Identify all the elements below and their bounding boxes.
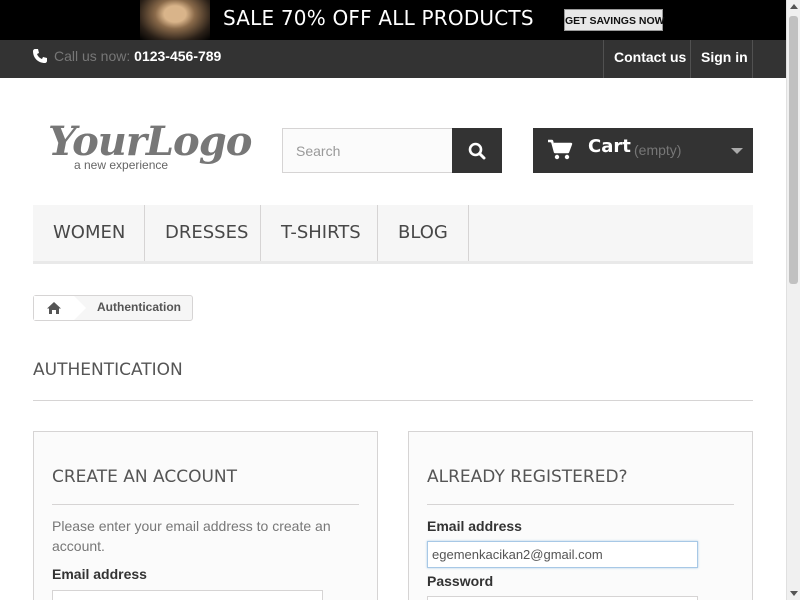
search-button[interactable] — [452, 128, 502, 173]
create-email-label: Email address — [52, 566, 147, 582]
breadcrumb-separator — [74, 296, 86, 320]
login-password-label: Password — [427, 573, 494, 589]
shopping-cart-icon — [548, 139, 573, 160]
home-icon — [47, 302, 61, 314]
phone-number: 0123-456-789 — [134, 48, 222, 64]
get-savings-button[interactable]: GET SAVINGS NOW — [564, 9, 665, 31]
login-panel: ALREADY REGISTERED? Email address Passwo… — [408, 431, 753, 600]
scroll-up-icon[interactable] — [790, 4, 798, 9]
menu-item-t-shirts[interactable]: T-SHIRTS — [261, 205, 378, 261]
contact-us-link[interactable]: Contact us — [603, 40, 696, 78]
breadcrumb-current: Authentication — [97, 300, 181, 314]
login-password-field[interactable] — [427, 596, 698, 600]
sign-in-link[interactable]: Sign in — [690, 40, 753, 78]
banner-sale-text: SALE 70% OFF ALL PRODUCTS — [223, 6, 534, 30]
create-account-title: CREATE AN ACCOUNT — [52, 467, 359, 505]
phone-info: Call us now: 0123-456-789 — [32, 48, 221, 64]
create-account-panel: CREATE AN ACCOUNT Please enter your emai… — [33, 431, 378, 600]
login-email-label: Email address — [427, 518, 522, 534]
promo-banner[interactable]: SALE 70% OFF ALL PRODUCTS GET SAVINGS NO… — [0, 0, 786, 40]
login-title: ALREADY REGISTERED? — [427, 467, 734, 505]
cart-label: Cart — [588, 136, 631, 157]
site-logo[interactable]: YourLogo a new experience — [48, 118, 252, 178]
scrollbar-thumb[interactable] — [789, 16, 798, 284]
cart-button[interactable]: Cart (empty) — [533, 128, 753, 173]
menu-item-women[interactable]: WOMEN — [33, 205, 145, 261]
page-scrollbar[interactable] — [786, 0, 800, 600]
top-nav-bar: Call us now: 0123-456-789 Contact us Sig… — [0, 40, 786, 78]
menu-item-dresses[interactable]: DRESSES — [145, 205, 261, 261]
search-input[interactable] — [282, 128, 454, 173]
logo-tagline: a new experience — [74, 158, 169, 172]
scroll-down-icon[interactable] — [790, 591, 798, 596]
create-email-field[interactable] — [52, 590, 323, 600]
page-title: AUTHENTICATION — [33, 360, 753, 401]
phone-icon — [33, 49, 47, 63]
breadcrumb-home[interactable] — [34, 296, 74, 320]
search-icon — [468, 142, 486, 159]
main-menu: WOMEN DRESSES T-SHIRTS BLOG — [33, 205, 753, 264]
chevron-down-icon — [731, 148, 743, 154]
cart-status: (empty) — [634, 142, 682, 158]
phone-prefix: Call us now: — [54, 48, 131, 64]
banner-model-image — [140, 0, 210, 40]
create-account-description: Please enter your email address to creat… — [52, 518, 331, 554]
menu-item-blog[interactable]: BLOG — [378, 205, 469, 261]
login-email-field[interactable] — [427, 541, 698, 568]
breadcrumb: Authentication — [33, 295, 193, 321]
